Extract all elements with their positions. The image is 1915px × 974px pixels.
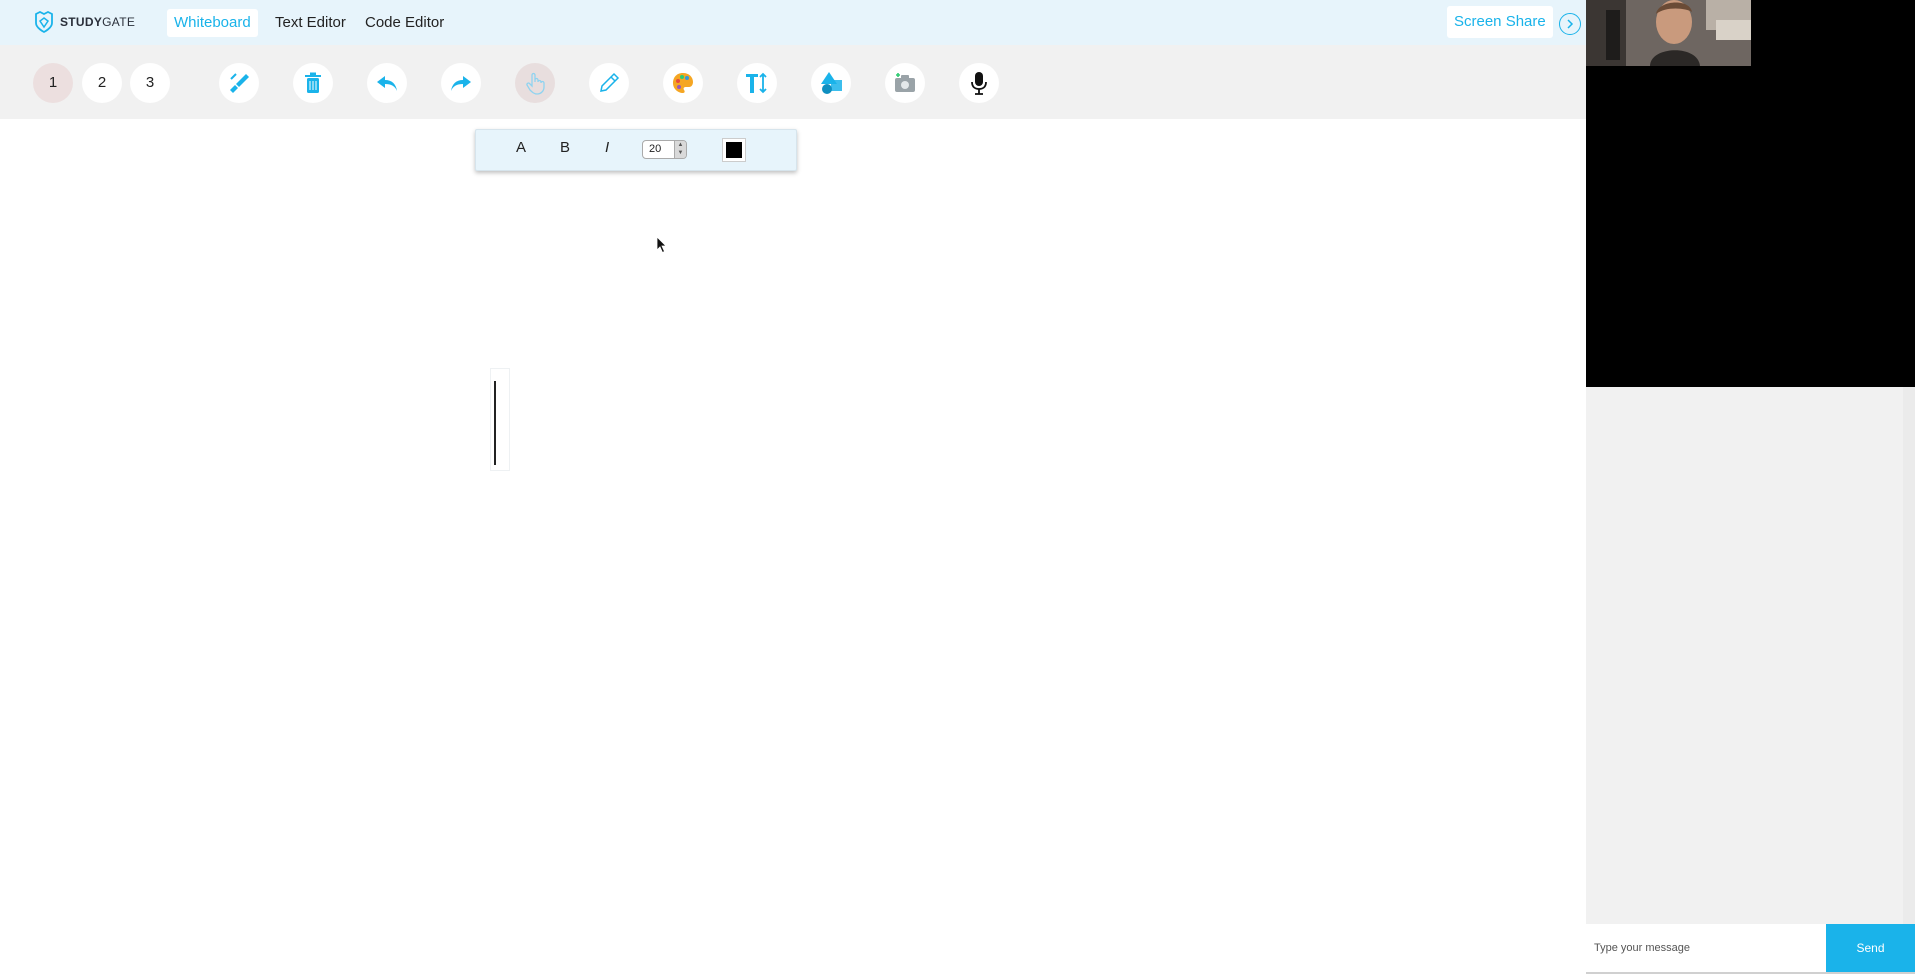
text-format-bar: A B I 20 ▲ ▼ bbox=[475, 129, 797, 171]
camera-icon[interactable] bbox=[885, 63, 925, 103]
text-caret bbox=[494, 381, 496, 465]
chat-message-input[interactable] bbox=[1586, 924, 1826, 972]
tab-text-editor[interactable]: Text Editor bbox=[268, 9, 353, 37]
microphone-icon[interactable] bbox=[959, 63, 999, 103]
app-root: STUDYGATE Whiteboard Text Editor Code Ed… bbox=[0, 0, 1915, 974]
self-video-thumbnail[interactable] bbox=[1586, 0, 1751, 66]
undo-icon[interactable] bbox=[367, 63, 407, 103]
stepper-arrows-icon[interactable]: ▲ ▼ bbox=[674, 141, 686, 158]
chat-panel bbox=[1586, 387, 1915, 974]
chevron-right-circle-icon[interactable] bbox=[1559, 13, 1581, 35]
font-size-stepper[interactable]: 20 ▲ ▼ bbox=[642, 140, 687, 159]
bold-button[interactable]: B bbox=[560, 139, 570, 156]
text-tool-icon[interactable] bbox=[737, 63, 777, 103]
whiteboard-canvas[interactable] bbox=[0, 119, 1586, 974]
font-button[interactable]: A bbox=[516, 139, 526, 156]
hand-pointer-icon[interactable] bbox=[515, 63, 555, 103]
font-size-value: 20 bbox=[649, 143, 662, 155]
page-button-1[interactable]: 1 bbox=[33, 63, 73, 103]
page-button-2[interactable]: 2 bbox=[82, 63, 122, 103]
studygate-logo[interactable]: STUDYGATE bbox=[34, 11, 135, 33]
italic-button[interactable]: I bbox=[605, 139, 609, 156]
tab-code-editor[interactable]: Code Editor bbox=[358, 9, 451, 37]
text-color-picker[interactable] bbox=[722, 138, 746, 162]
brush-icon[interactable] bbox=[219, 63, 259, 103]
page-button-3[interactable]: 3 bbox=[130, 63, 170, 103]
palette-icon[interactable] bbox=[663, 63, 703, 103]
logo-text: STUDYGATE bbox=[60, 15, 136, 29]
shapes-icon[interactable] bbox=[811, 63, 851, 103]
pencil-icon[interactable] bbox=[589, 63, 629, 103]
shield-logo-icon bbox=[35, 11, 53, 33]
send-button[interactable]: Send bbox=[1826, 924, 1915, 972]
color-swatch bbox=[726, 142, 742, 158]
top-nav: STUDYGATE Whiteboard Text Editor Code Ed… bbox=[0, 0, 1586, 45]
screen-share-button[interactable]: Screen Share bbox=[1447, 6, 1553, 38]
whiteboard-toolbar: 1 2 3 bbox=[0, 45, 1586, 119]
chat-scrollbar[interactable] bbox=[1903, 387, 1915, 925]
text-input-box[interactable] bbox=[490, 368, 510, 471]
redo-icon[interactable] bbox=[441, 63, 481, 103]
mouse-cursor-icon bbox=[656, 236, 667, 254]
trash-icon[interactable] bbox=[293, 63, 333, 103]
tab-whiteboard[interactable]: Whiteboard bbox=[167, 9, 258, 37]
